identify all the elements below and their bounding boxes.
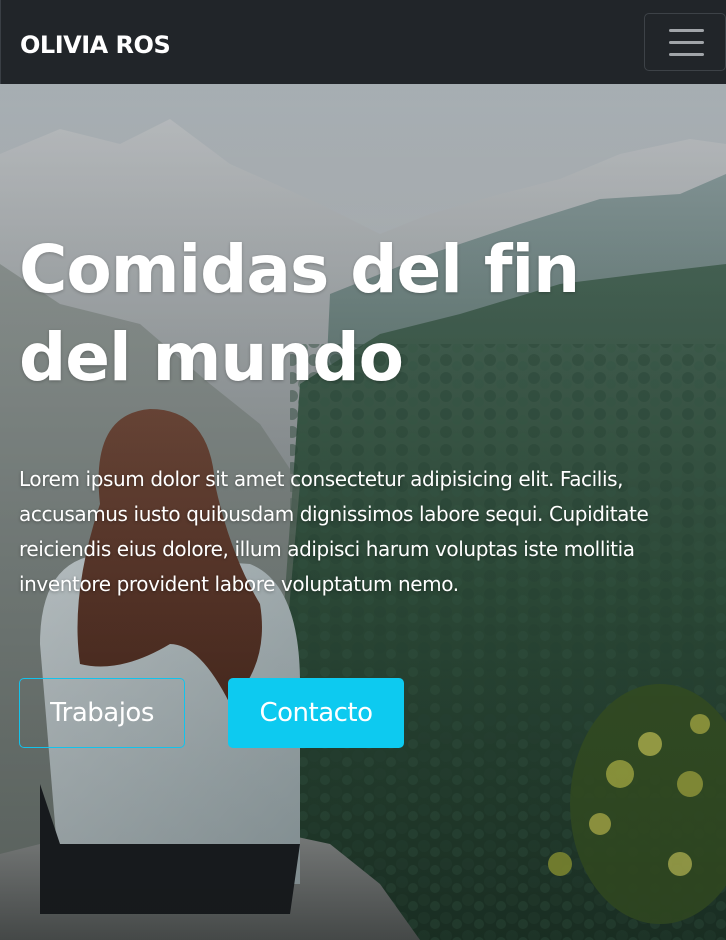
- navbar: OLIVIA ROS: [0, 0, 726, 84]
- hamburger-menu-icon: [669, 29, 704, 32]
- hero-description: Lorem ipsum dolor sit amet consectetur a…: [19, 467, 649, 596]
- hero-section: Comidas del fin del mundo Lorem ipsum do…: [0, 84, 726, 940]
- hamburger-line: [669, 53, 704, 56]
- brand-logo[interactable]: OLIVIA ROS: [20, 29, 171, 61]
- hamburger-line: [669, 41, 704, 44]
- contact-button[interactable]: Contacto: [228, 678, 404, 748]
- works-button[interactable]: Trabajos: [19, 678, 185, 748]
- navbar-toggler-button[interactable]: [644, 13, 726, 71]
- hero-title: Comidas del fin del mundo: [19, 231, 580, 396]
